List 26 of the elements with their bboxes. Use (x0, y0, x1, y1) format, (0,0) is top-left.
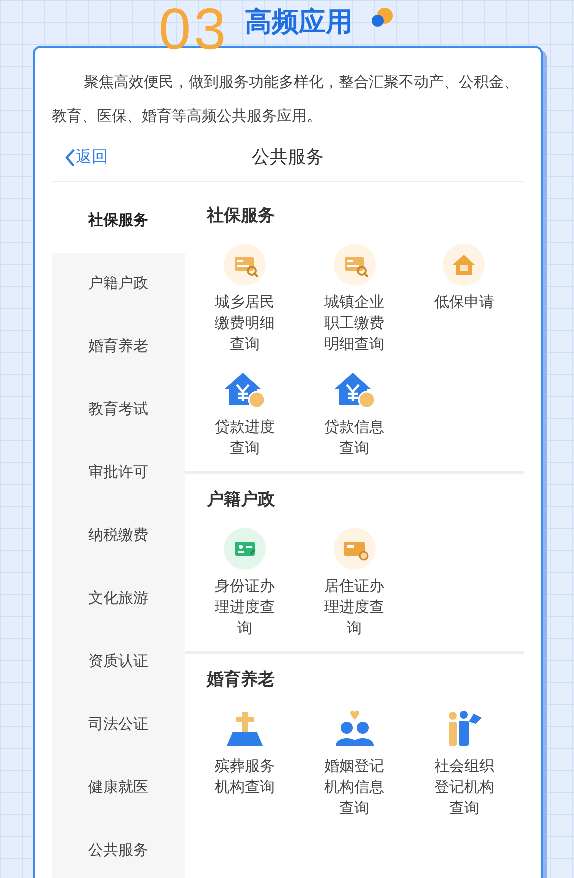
document-search-icon (334, 244, 376, 286)
section-heading: 婚育养老 (206, 669, 276, 691)
service-label[interactable]: 身份证办理进度查询 (211, 576, 279, 639)
service-label[interactable]: 社会组织登记机构查询 (430, 756, 498, 819)
section-heading: 社保服务 (206, 205, 276, 227)
service-label[interactable]: 城镇企业职工缴费明细查询 (320, 292, 389, 355)
section-heading: 户籍户政 (206, 489, 276, 511)
intro-paragraph: 聚焦高效便民，做到服务功能多样化，整合汇聚不动产、公积金、教育、医保、婚育等高频公共服务应用。 (52, 73, 520, 127)
dots-icon (369, 6, 396, 30)
service-label[interactable]: 居住证办理进度查询 (320, 576, 389, 639)
house-icon (443, 244, 486, 286)
document-search-icon (224, 244, 266, 286)
section-title: 高频应用 (245, 6, 354, 39)
page-title: 公共服务 (252, 146, 324, 169)
service-label[interactable]: 贷款进度查询 (211, 417, 279, 459)
service-label[interactable]: 低保申请 (430, 292, 498, 313)
service-label[interactable]: 婚姻登记机构信息查询 (320, 756, 389, 819)
id-card-icon (224, 528, 266, 570)
category-item[interactable]: 社保服务 (52, 190, 185, 253)
service-label[interactable]: 贷款信息查询 (320, 417, 389, 459)
service-label[interactable]: 城乡居民缴费明细查询 (211, 292, 279, 355)
back-chevron-icon (64, 148, 76, 168)
section-number: 03 (158, 0, 230, 60)
back-button[interactable]: 返回 (64, 146, 108, 170)
card-icon (334, 528, 376, 570)
service-label[interactable]: 殡葬服务机构查询 (211, 756, 279, 798)
